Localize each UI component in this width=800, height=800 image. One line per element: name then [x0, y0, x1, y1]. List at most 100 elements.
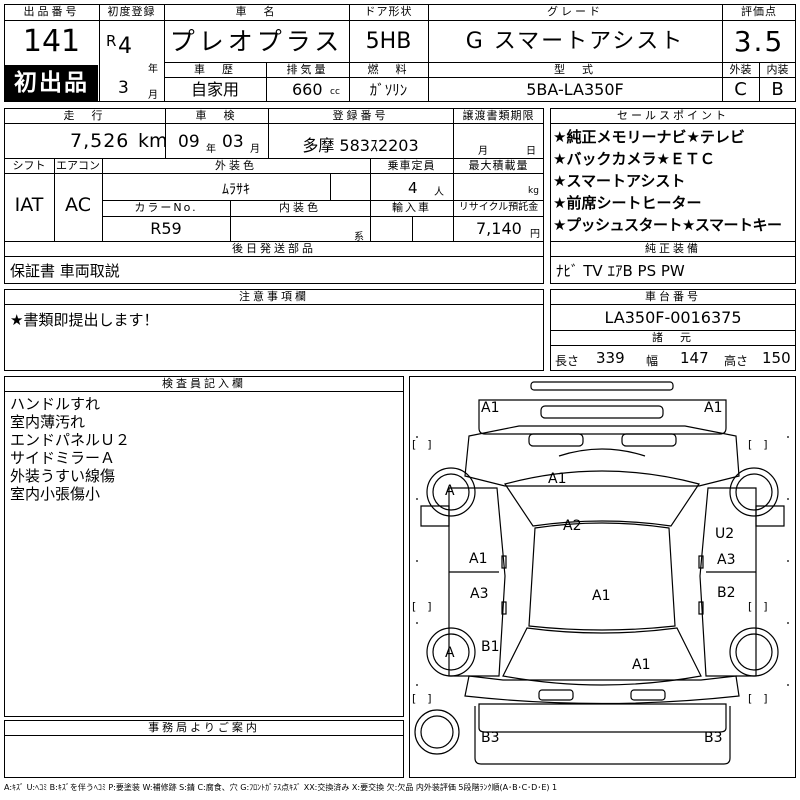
- remark-item: エンドパネルＵ２: [10, 431, 131, 449]
- inspection-year: 09: [178, 132, 200, 152]
- transfer-day-unit: 日: [526, 146, 536, 157]
- diagram-bracket: [ ]: [748, 692, 768, 705]
- max-load-label: 最大積載量: [468, 159, 529, 172]
- car-name-value: プレオプラス: [169, 27, 344, 56]
- car-diagram: [414, 381, 789, 765]
- inspection-month: 03: [222, 132, 244, 152]
- damage-mark: B3: [481, 730, 500, 746]
- interior-grade-label: 内装: [766, 63, 789, 76]
- sales-point-item: ★プッシュスタート★スマートキー: [553, 216, 782, 234]
- sales-point-item: ★前席シートヒーター: [553, 194, 702, 212]
- remark-item: ハンドルすれ: [10, 395, 101, 413]
- office-notice-label: 事務局よりご案内: [148, 721, 260, 734]
- history-value: 自家用: [190, 80, 239, 99]
- later-parts-label: 後日発送部品: [232, 242, 316, 255]
- score-label: 評価点: [741, 5, 777, 18]
- sales-point-item: ★純正メモリーナビ★テレビ: [553, 128, 745, 146]
- grade-value: G スマートアシスト: [465, 29, 685, 54]
- damage-mark: A2: [563, 518, 582, 534]
- inspector-remarks-label: 検査員記入欄: [162, 377, 246, 390]
- damage-mark: B2: [717, 585, 736, 601]
- mileage-label: 走 行: [63, 109, 106, 122]
- aircon-label: エアコン: [56, 159, 100, 172]
- remark-item: サイドミラーＡ: [10, 449, 116, 467]
- interior-grade-value: B: [771, 79, 784, 100]
- sales-point-item: ★スマートアシスト: [553, 172, 686, 190]
- shift-label: シフト: [12, 159, 46, 172]
- exterior-color-swatch: [330, 174, 370, 200]
- aircon-value: AC: [65, 194, 91, 216]
- damage-mark: U2: [715, 526, 735, 542]
- damage-mark: A1: [632, 657, 651, 673]
- displacement-label: 排気量: [286, 63, 329, 76]
- grade-label: グレード: [547, 5, 603, 18]
- damage-mark: A3: [470, 586, 489, 602]
- year-unit: 年: [148, 64, 158, 75]
- height-value: 150: [762, 349, 791, 367]
- fuel-label: 燃 料: [367, 63, 410, 76]
- mileage-value: 7,526: [70, 130, 130, 152]
- month-unit: 月: [148, 90, 158, 101]
- recycle-fee-label: リサイクル預託金: [458, 202, 539, 213]
- interior-color-label: 内装色: [279, 201, 321, 214]
- genuine-equipment-label: 純正装備: [645, 242, 701, 255]
- damage-mark: A1: [592, 588, 611, 604]
- mileage-unit: km: [138, 130, 168, 152]
- recycle-fee-value: 7,140: [476, 219, 522, 238]
- diagram-bracket: [ ]: [748, 600, 768, 613]
- lot-number-label: 出品番号: [23, 5, 80, 18]
- damage-mark: A1: [481, 400, 500, 416]
- diagram-bracket: [ ]: [412, 692, 432, 705]
- sales-points-label: セールスポイント: [617, 109, 729, 122]
- inspection-year-unit: 年: [206, 144, 216, 155]
- door-type-value: 5HB: [365, 29, 412, 54]
- capacity-unit: 人: [434, 187, 444, 198]
- displacement-unit: cc: [330, 87, 340, 97]
- diagram-bracket: [ ]: [748, 438, 768, 451]
- notes-label: 注意事項欄: [239, 290, 309, 303]
- width-label: 幅: [646, 354, 659, 368]
- remark-item: 室内薄汚れ: [10, 413, 86, 431]
- recycle-fee-unit: 円: [530, 229, 540, 240]
- sales-points-list: ★純正メモリーナビ★テレビ ★バックカメラ★ＥＴＣ ★スマートアシスト ★前席シ…: [553, 126, 795, 240]
- registration-number-value: 多摩 583ｽ2203: [302, 136, 419, 155]
- damage-mark: B3: [704, 730, 723, 746]
- shift-value: IAT: [14, 194, 44, 216]
- lot-number-value: 141: [22, 24, 81, 59]
- legend-strip: A:ｷｽﾞ U:ﾍｺﾐ B:ｷｽﾞを伴うﾍｺﾐ P:要塗装 W:補修跡 S:錆 …: [4, 783, 558, 792]
- capacity-value: 4: [408, 179, 418, 197]
- notes-value: ★書類即提出します！: [10, 311, 159, 329]
- year-value: 4: [118, 34, 132, 59]
- remark-item: 室内小張傷小: [10, 485, 101, 503]
- month-value: 3: [118, 78, 129, 98]
- exterior-grade-value: C: [734, 79, 747, 100]
- car-name-label: 車 名: [235, 5, 278, 18]
- diagram-bracket: [ ]: [412, 438, 432, 451]
- color-no-label: カラーNo.: [134, 201, 198, 214]
- remark-item: 外装うすい線傷: [10, 467, 116, 485]
- capacity-label: 乗車定員: [387, 159, 436, 172]
- door-type-label: ドア形状: [364, 5, 413, 18]
- exterior-grade-label: 外装: [729, 63, 752, 76]
- color-no-value: R59: [150, 219, 182, 238]
- interior-color-unit: 系: [354, 232, 364, 243]
- era-label: R: [106, 32, 117, 50]
- transfer-month-unit: 月: [478, 146, 488, 157]
- damage-mark: B1: [481, 639, 500, 655]
- inspector-remarks-list: ハンドルすれ 室内薄汚れ エンドパネルＵ２ サイドミラーＡ 外装うすい線傷 室内…: [10, 395, 400, 503]
- damage-mark: A: [445, 483, 455, 499]
- damage-mark: A1: [548, 471, 567, 487]
- inspection-label: 車 検: [195, 109, 238, 122]
- transfer-docs-label: 譲渡書類期限: [462, 109, 535, 122]
- max-load-unit: kg: [528, 186, 539, 196]
- import-label: 輸入車: [392, 201, 431, 214]
- chassis-number-value: LA350F-0016375: [604, 308, 742, 327]
- height-label: 高さ: [724, 354, 749, 368]
- displacement-value: 660: [292, 80, 323, 99]
- sales-point-item: ★バックカメラ★ＥＴＣ: [553, 150, 715, 168]
- model-label: 型 式: [554, 63, 596, 76]
- damage-mark: A: [445, 645, 455, 661]
- genuine-equipment-value: ﾅﾋﾞ TV ｴｱB PS PW: [556, 262, 685, 280]
- damage-mark: A1: [704, 400, 723, 416]
- dimensions-label: 諸 元: [652, 331, 694, 344]
